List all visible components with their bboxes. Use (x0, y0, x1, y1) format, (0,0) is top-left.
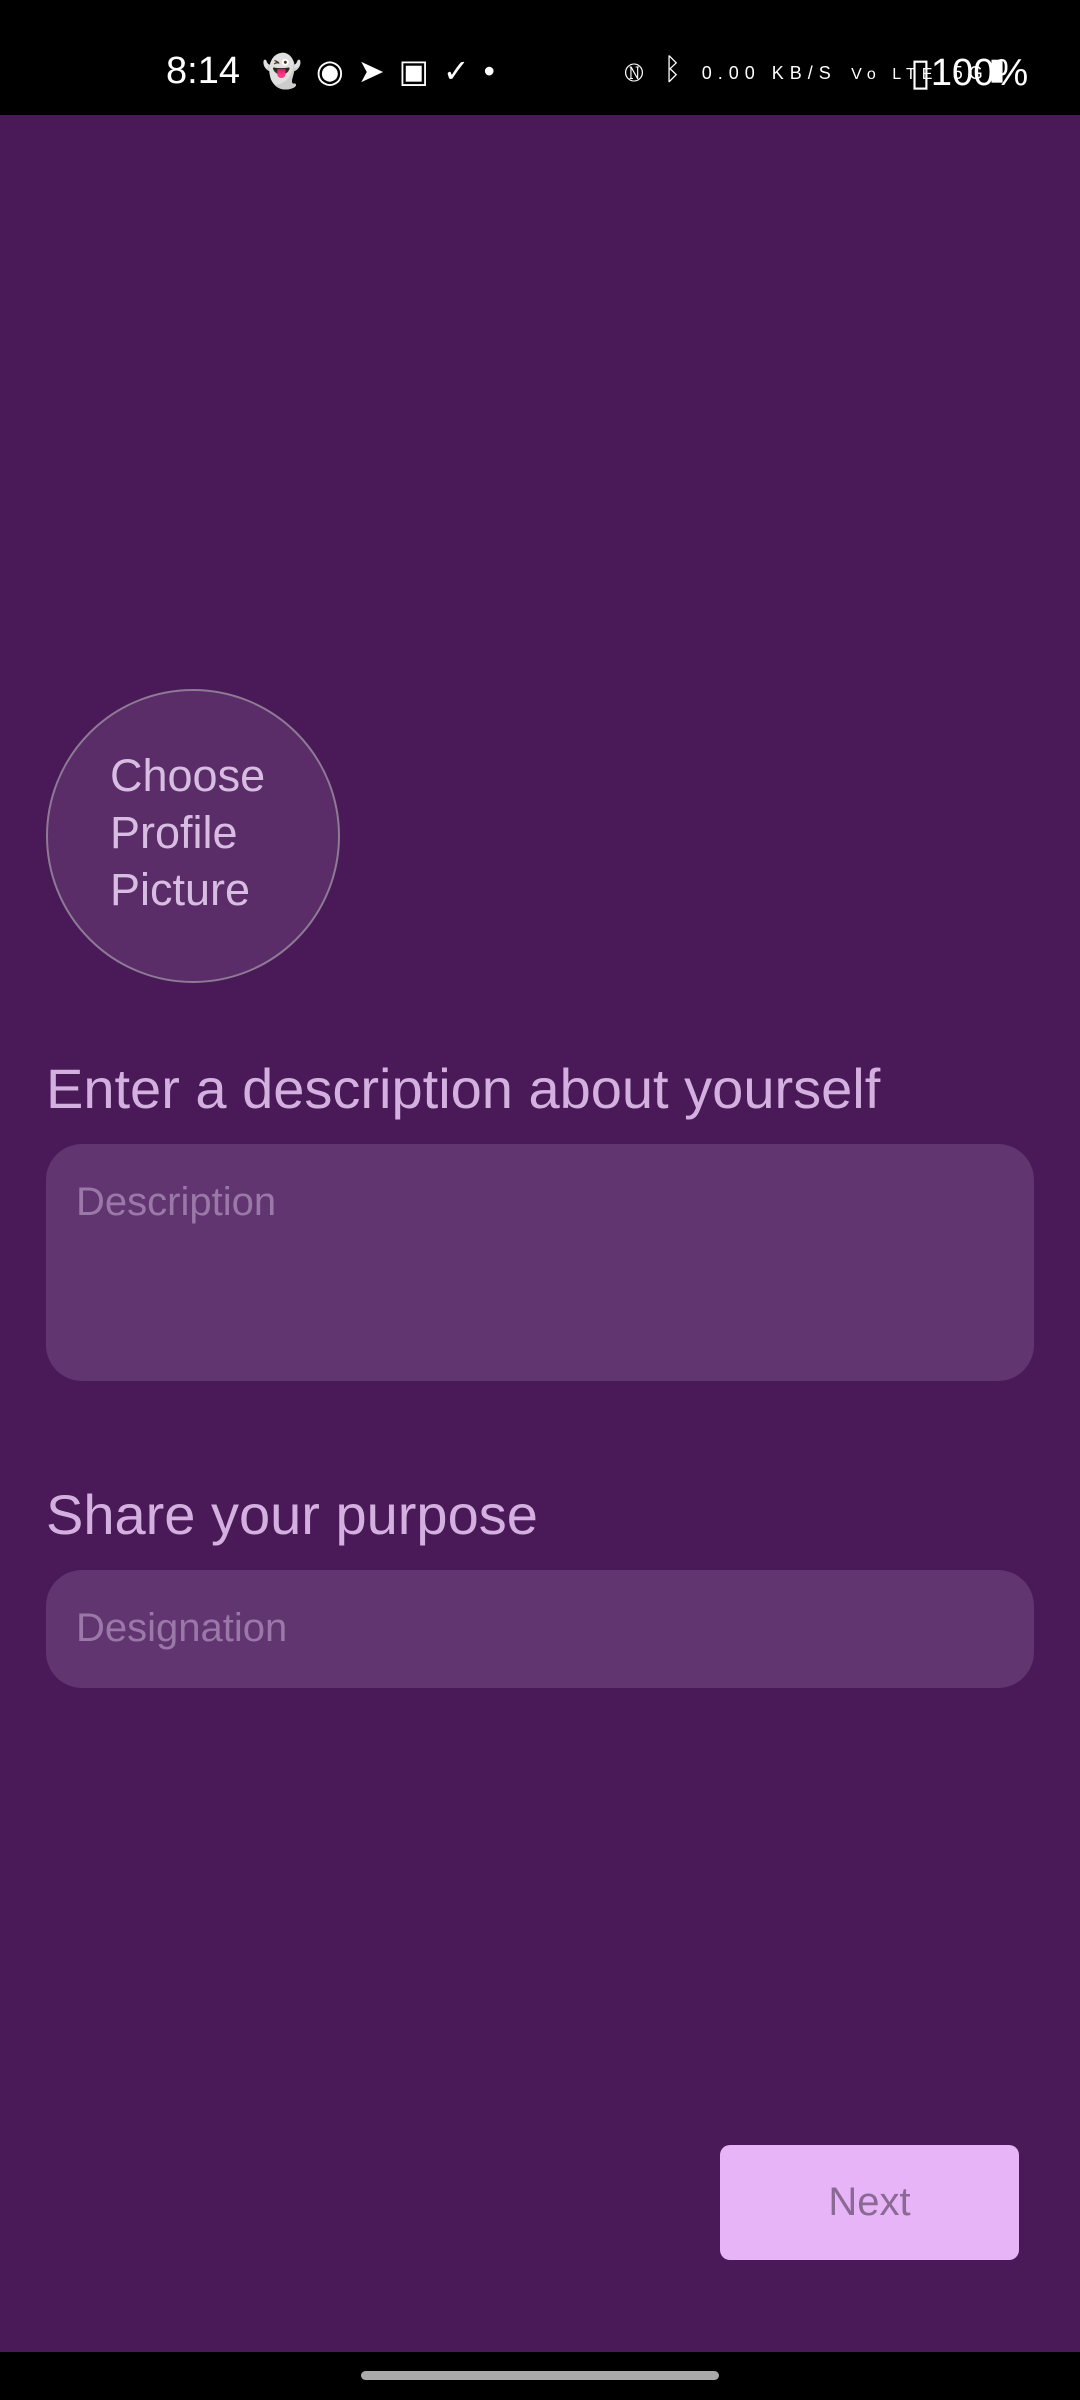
dot-icon: • (483, 53, 509, 89)
purpose-label: Share your purpose (46, 1483, 538, 1546)
check-circle-icon: ✓ (442, 53, 484, 89)
snapchat-icon: 👻 (262, 53, 316, 89)
description-placeholder: Description (76, 1180, 277, 1224)
battery-level: 100% (930, 52, 1029, 94)
next-label: Next (828, 2180, 911, 2224)
network-speed: 0.00 KB/S (701, 63, 837, 83)
choose-profile-picture-button[interactable]: Choose Profile Picture (46, 689, 340, 983)
designation-placeholder: Designation (76, 1606, 288, 1650)
media-icon: ▣ (398, 53, 443, 89)
home-gesture-handle[interactable] (361, 2371, 719, 2380)
battery-icon: ▯ (910, 52, 931, 94)
next-button[interactable]: Next (720, 2145, 1019, 2260)
telegram-icon: ➤ (357, 53, 399, 89)
status-bar: 8:14 👻◉➤▣✓• Ⓝ ᛒ 0.00 KB/S Vo LTE 5G▮ ▯10… (0, 0, 1080, 115)
bluetooth-icon: ᛒ (663, 53, 688, 86)
nfc-icon: Ⓝ (625, 53, 649, 86)
discord-icon: ◉ (315, 53, 358, 89)
designation-input[interactable]: Designation (46, 1570, 1034, 1688)
profile-picture-label: Choose Profile Picture (110, 750, 266, 915)
description-label: Enter a description about yourself (46, 1057, 881, 1120)
navigation-bar (0, 2352, 1080, 2400)
status-time: 8:14 (166, 50, 240, 92)
notification-icons: 👻◉➤▣✓• (262, 52, 509, 90)
battery: ▯100% (910, 50, 1028, 95)
description-input[interactable]: Description (46, 1144, 1034, 1381)
